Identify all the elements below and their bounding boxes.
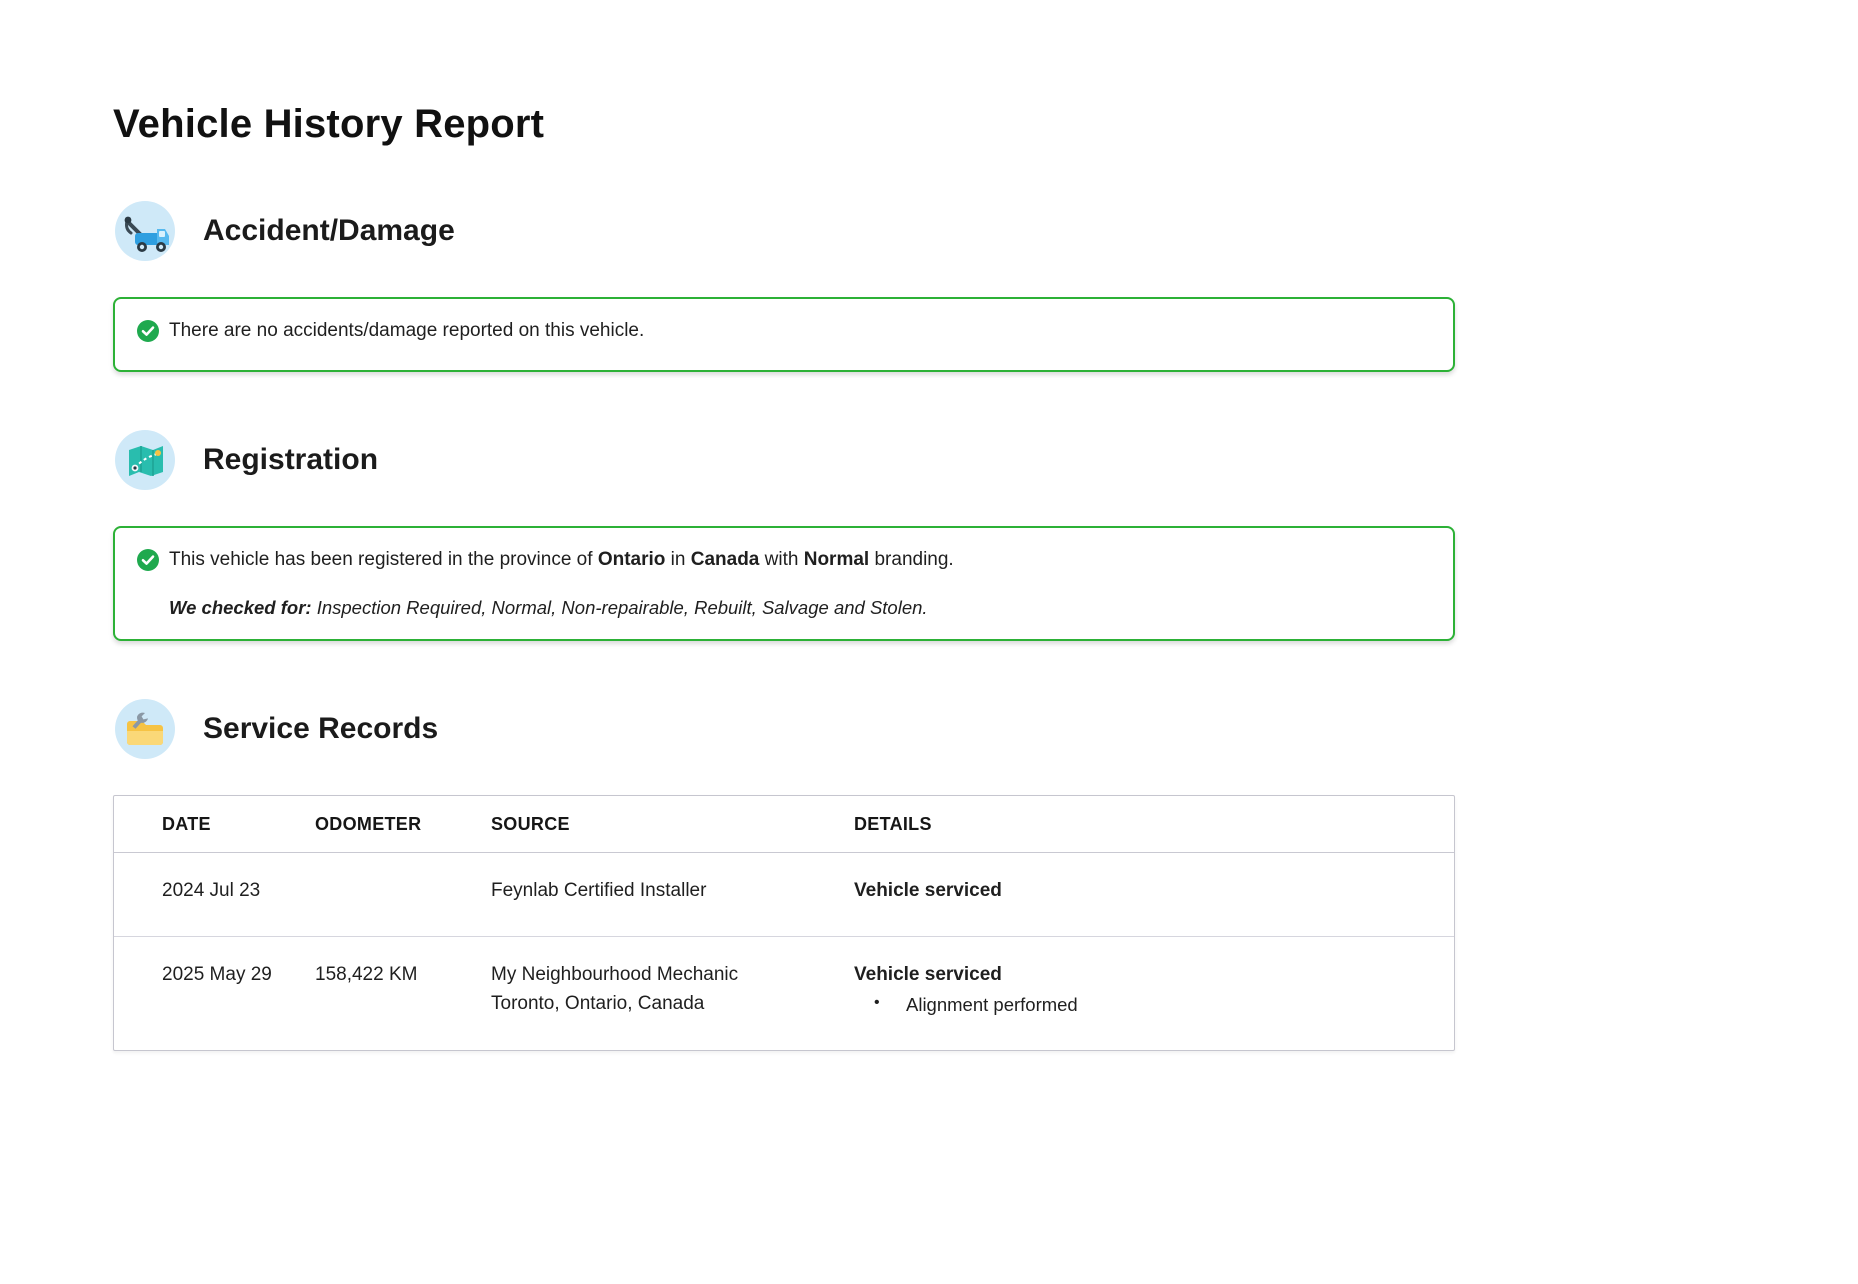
cell-source: Feynlab Certified Installer [491, 853, 854, 936]
registration-prefix: This vehicle has been registered in the … [169, 549, 598, 570]
cell-date: 2025 May 29 [114, 936, 315, 1050]
cell-odometer [315, 853, 491, 936]
service-section-title: Service Records [203, 712, 438, 746]
registration-status-line: This vehicle has been registered in the … [137, 548, 1431, 579]
registration-mid2: with [759, 549, 803, 570]
registration-province: Ontario [598, 549, 666, 570]
registration-checked-line: We checked for: Inspection Required, Nor… [169, 597, 1431, 619]
cell-details: Vehicle serviced Alignment performed [854, 936, 1454, 1050]
accident-section-title: Accident/Damage [203, 214, 455, 248]
table-row: 2024 Jul 23 Feynlab Certified Installer … [114, 853, 1454, 936]
cell-source: My Neighbourhood Mechanic Toronto, Ontar… [491, 936, 854, 1050]
accident-status-box: There are no accidents/damage reported o… [113, 297, 1455, 372]
details-item: Alignment performed [854, 991, 1444, 1020]
tow-truck-icon [113, 199, 177, 263]
source-line-1: My Neighbourhood Mechanic [491, 960, 844, 989]
table-row: 2025 May 29 158,422 KM My Neighbourhood … [114, 936, 1454, 1050]
service-records-table: DATE ODOMETER SOURCE DETAILS 2024 Jul 23… [113, 795, 1455, 1051]
col-header-source: SOURCE [491, 796, 854, 853]
col-header-details: DETAILS [854, 796, 1454, 853]
details-list: Alignment performed [854, 991, 1444, 1020]
source-line-2: Toronto, Ontario, Canada [491, 989, 844, 1018]
details-title: Vehicle serviced [854, 960, 1444, 989]
registration-section-title: Registration [203, 443, 378, 477]
service-folder-icon [113, 697, 177, 761]
details-title: Vehicle serviced [854, 876, 1444, 905]
map-icon [113, 428, 177, 492]
cell-odometer: 158,422 KM [315, 936, 491, 1050]
source-line-1: Feynlab Certified Installer [491, 876, 844, 905]
registration-mid1: in [665, 549, 690, 570]
accident-status-line: There are no accidents/damage reported o… [137, 319, 1431, 350]
registration-status-text: This vehicle has been registered in the … [169, 548, 954, 573]
registration-status-box: This vehicle has been registered in the … [113, 526, 1455, 642]
page-title: Vehicle History Report [113, 102, 1455, 147]
table-header-row: DATE ODOMETER SOURCE DETAILS [114, 796, 1454, 853]
checked-for-items: Inspection Required, Normal, Non-repaira… [312, 597, 928, 618]
col-header-odometer: ODOMETER [315, 796, 491, 853]
registration-country: Canada [691, 549, 760, 570]
check-circle-icon [137, 320, 159, 350]
checked-for-label: We checked for: [169, 597, 312, 618]
col-header-date: DATE [114, 796, 315, 853]
registration-suffix: branding. [869, 549, 954, 570]
report-page: Vehicle History Report Accident/Damage [113, 0, 1455, 1051]
cell-date: 2024 Jul 23 [114, 853, 315, 936]
accident-section-header: Accident/Damage [113, 199, 1455, 263]
registration-section-header: Registration [113, 428, 1455, 492]
service-section-header: Service Records [113, 697, 1455, 761]
registration-branding: Normal [804, 549, 869, 570]
check-circle-icon [137, 549, 159, 579]
cell-details: Vehicle serviced [854, 853, 1454, 936]
accident-status-text: There are no accidents/damage reported o… [169, 319, 644, 344]
